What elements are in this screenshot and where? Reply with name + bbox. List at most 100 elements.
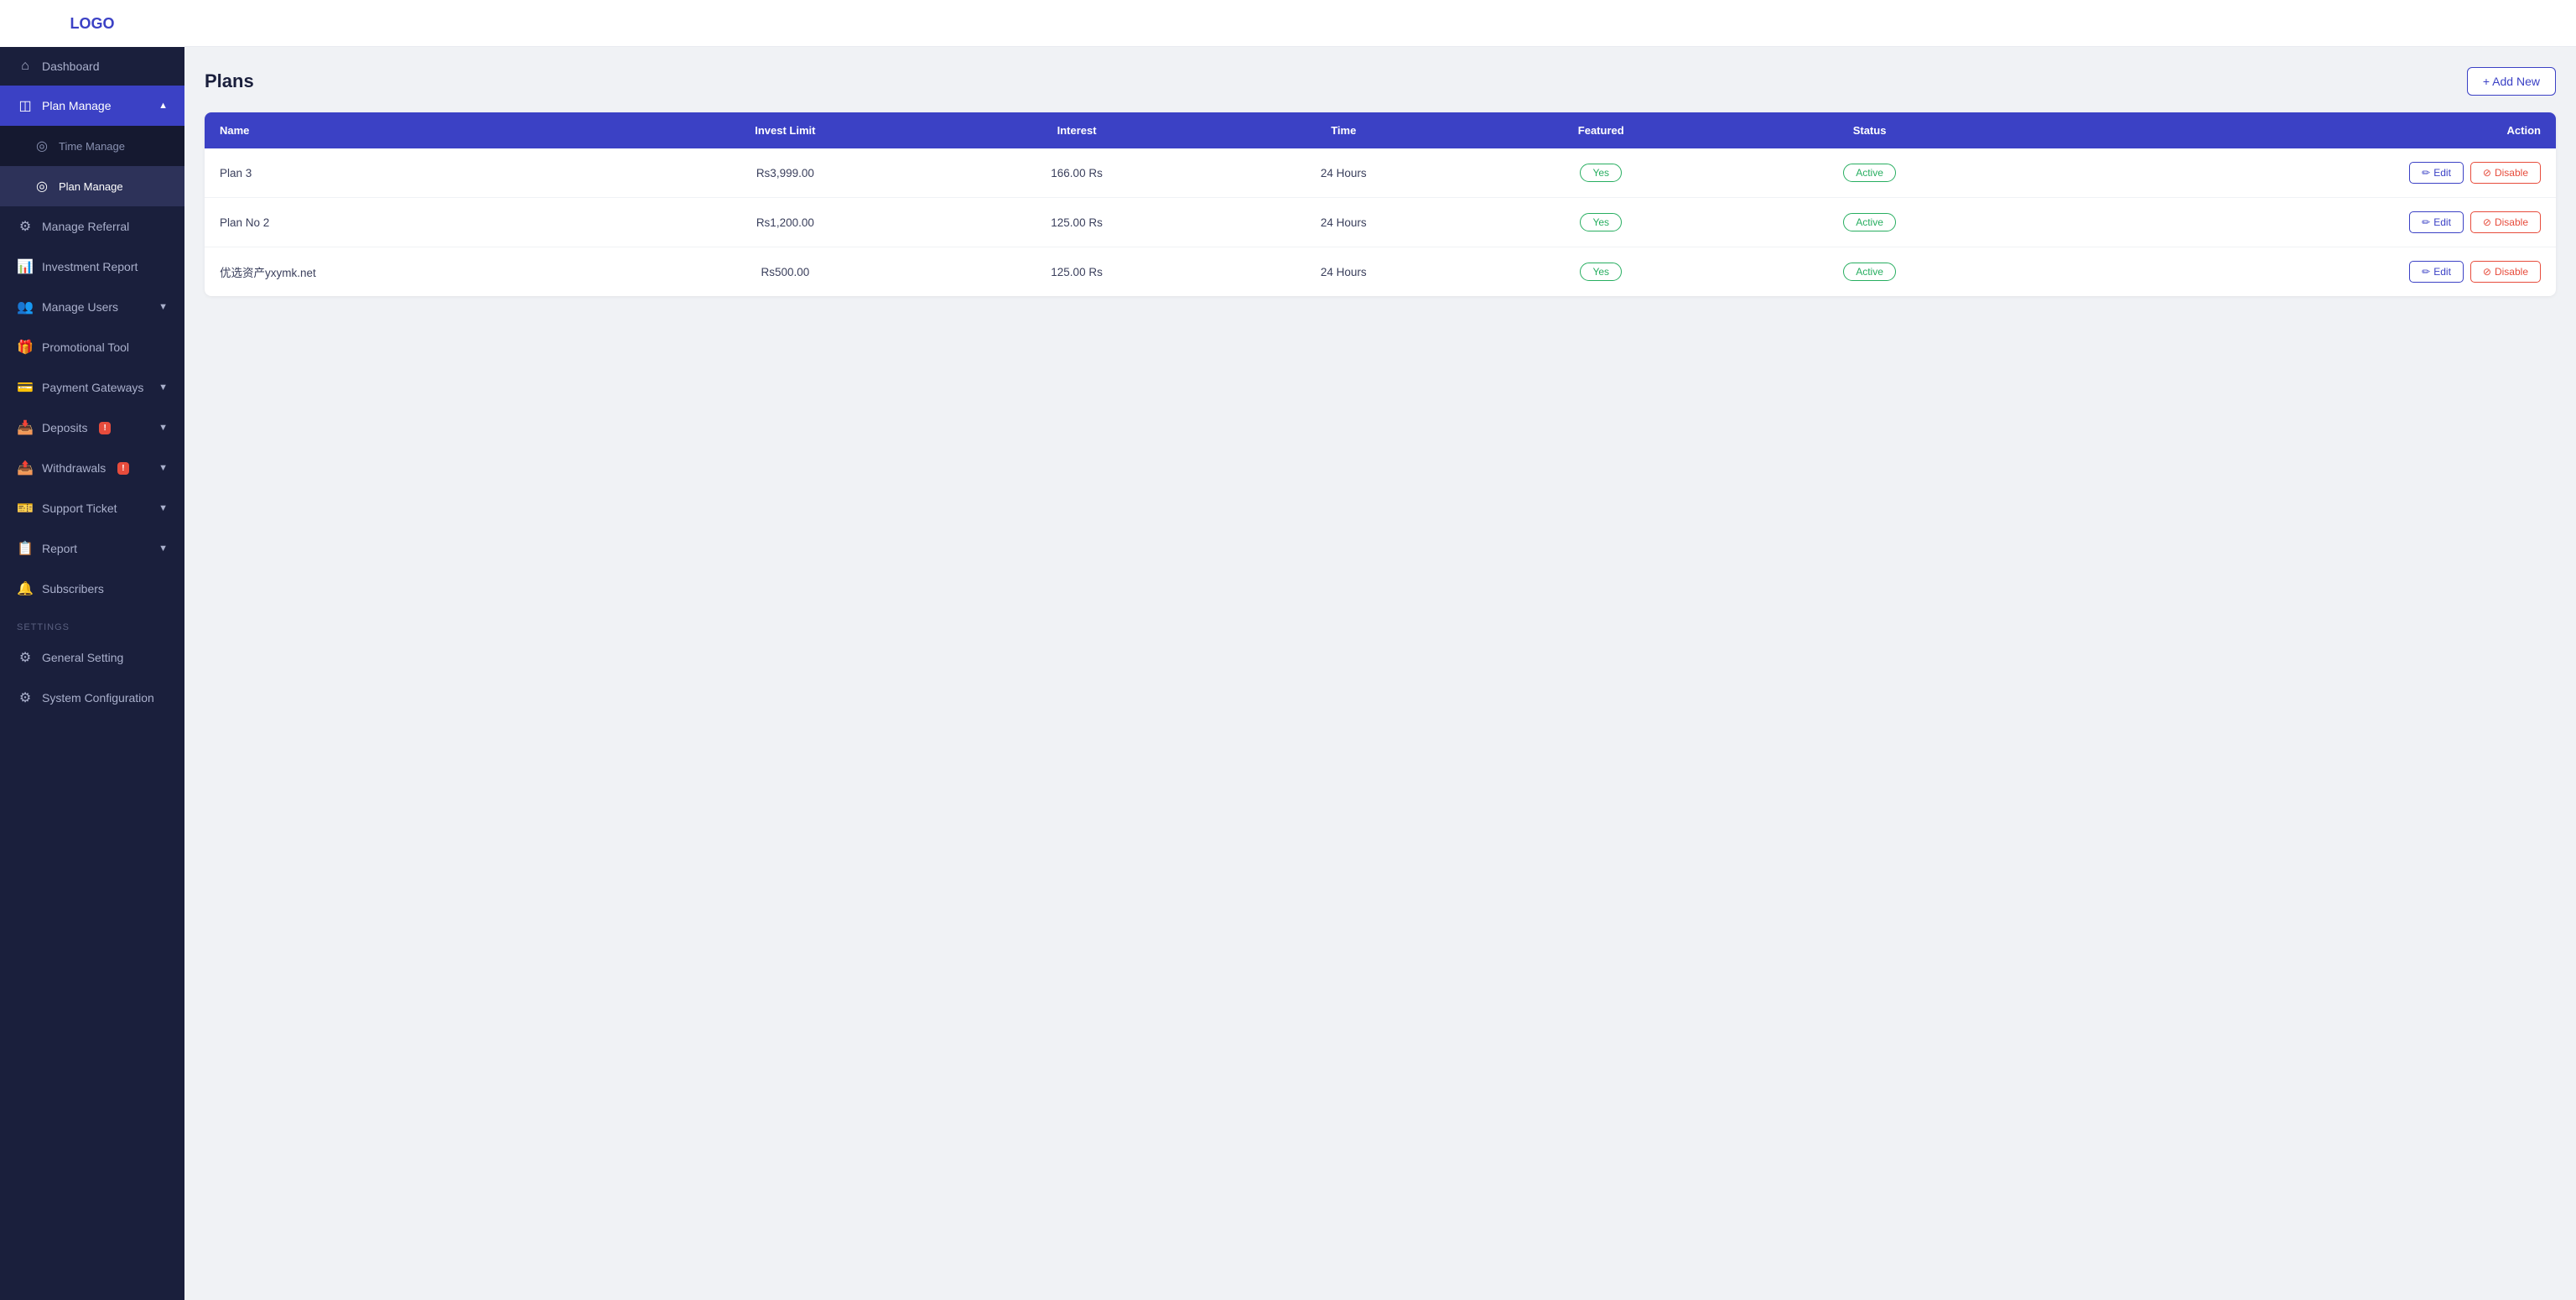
edit-button-0[interactable]: ✏ Edit	[2409, 162, 2464, 184]
top-bar	[184, 0, 2576, 47]
sidebar-item-time-manage[interactable]: ◎ Time Manage	[0, 126, 184, 166]
status-badge-0: Active	[1843, 164, 1896, 182]
sidebar-item-report[interactable]: 📋 Report ▼	[0, 528, 184, 569]
general-setting-icon: ⚙	[17, 649, 34, 666]
sidebar: LOGO ⌂ Dashboard ◫ Plan Manage ▲ ◎ Time …	[0, 0, 184, 1300]
cell-interest-2: 125.00 Rs	[938, 247, 1215, 297]
deposits-icon: 📥	[17, 419, 34, 436]
support-ticket-icon: 🎫	[17, 500, 34, 517]
settings-section-label: SETTINGS	[0, 609, 184, 637]
table-row: Plan 3 Rs3,999.00 166.00 Rs 24 Hours Yes…	[205, 148, 2556, 198]
disable-icon-1: ⊘	[2483, 216, 2491, 228]
sidebar-item-subscribers[interactable]: 🔔 Subscribers	[0, 569, 184, 609]
time-manage-icon: ◎	[34, 138, 50, 154]
sidebar-item-manage-referral[interactable]: ⚙ Manage Referral	[0, 206, 184, 247]
cell-interest-0: 166.00 Rs	[938, 148, 1215, 198]
chevron-down-report: ▼	[158, 543, 168, 554]
plans-table-container: Name Invest Limit Interest Time Featured…	[205, 112, 2556, 296]
cell-invest-limit-0: Rs3,999.00	[631, 148, 938, 198]
sidebar-item-plan-manage[interactable]: ◫ Plan Manage ▲	[0, 86, 184, 126]
logo-text: LOGO	[70, 15, 115, 33]
report-icon: 📋	[17, 540, 34, 557]
cell-time-1: 24 Hours	[1215, 198, 1472, 247]
system-configuration-icon: ⚙	[17, 689, 34, 706]
sidebar-item-general-setting[interactable]: ⚙ General Setting	[0, 637, 184, 678]
col-invest-limit: Invest Limit	[631, 112, 938, 148]
cell-featured-0: Yes	[1472, 148, 1730, 198]
cell-status-2: Active	[1730, 247, 2009, 297]
table-body: Plan 3 Rs3,999.00 166.00 Rs 24 Hours Yes…	[205, 148, 2556, 296]
sidebar-item-plan-manage-sub[interactable]: ◎ Plan Manage	[0, 166, 184, 206]
featured-badge-2: Yes	[1580, 263, 1622, 281]
cell-invest-limit-1: Rs1,200.00	[631, 198, 938, 247]
disable-button-2[interactable]: ⊘ Disable	[2470, 261, 2541, 283]
cell-action-1: ✏ Edit ⊘ Disable	[2009, 198, 2556, 247]
deposits-badge: !	[99, 422, 110, 434]
plan-manage-submenu: ◎ Time Manage ◎ Plan Manage	[0, 126, 184, 206]
disable-button-0[interactable]: ⊘ Disable	[2470, 162, 2541, 184]
cell-invest-limit-2: Rs500.00	[631, 247, 938, 297]
col-interest: Interest	[938, 112, 1215, 148]
chevron-down-support: ▼	[158, 503, 168, 513]
cell-time-0: 24 Hours	[1215, 148, 1472, 198]
sidebar-logo: LOGO	[0, 0, 184, 47]
sidebar-item-support-ticket[interactable]: 🎫 Support Ticket ▼	[0, 488, 184, 528]
withdrawals-icon: 📤	[17, 460, 34, 476]
cell-action-0: ✏ Edit ⊘ Disable	[2009, 148, 2556, 198]
col-status: Status	[1730, 112, 2009, 148]
sidebar-item-investment-report[interactable]: 📊 Investment Report	[0, 247, 184, 287]
col-featured: Featured	[1472, 112, 1730, 148]
cell-interest-1: 125.00 Rs	[938, 198, 1215, 247]
promotional-tool-icon: 🎁	[17, 339, 34, 356]
cell-status-0: Active	[1730, 148, 2009, 198]
header-row: Name Invest Limit Interest Time Featured…	[205, 112, 2556, 148]
chevron-up-icon: ▲	[158, 101, 168, 111]
edit-icon-0: ✏	[2422, 167, 2430, 179]
sidebar-label-time-manage: Time Manage	[59, 140, 125, 153]
plans-table: Name Invest Limit Interest Time Featured…	[205, 112, 2556, 296]
sidebar-label-report: Report	[42, 542, 77, 555]
col-action: Action	[2009, 112, 2556, 148]
active-bar	[0, 86, 3, 126]
status-badge-2: Active	[1843, 263, 1896, 281]
cell-featured-1: Yes	[1472, 198, 1730, 247]
sidebar-item-system-configuration[interactable]: ⚙ System Configuration	[0, 678, 184, 718]
withdrawals-badge: !	[117, 462, 128, 475]
sidebar-item-deposits[interactable]: 📥 Deposits ! ▼	[0, 408, 184, 448]
sidebar-label-deposits: Deposits	[42, 421, 87, 434]
chevron-down-manage-users: ▼	[158, 302, 168, 312]
cell-featured-2: Yes	[1472, 247, 1730, 297]
edit-button-1[interactable]: ✏ Edit	[2409, 211, 2464, 233]
action-buttons-1: ✏ Edit ⊘ Disable	[2024, 211, 2541, 233]
sidebar-item-payment-gateways[interactable]: 💳 Payment Gateways ▼	[0, 367, 184, 408]
sidebar-label-support-ticket: Support Ticket	[42, 502, 117, 515]
table-header: Name Invest Limit Interest Time Featured…	[205, 112, 2556, 148]
status-badge-1: Active	[1843, 213, 1896, 231]
sidebar-item-manage-users[interactable]: 👥 Manage Users ▼	[0, 287, 184, 327]
sidebar-label-plan-manage-sub: Plan Manage	[59, 180, 123, 193]
action-buttons-2: ✏ Edit ⊘ Disable	[2024, 261, 2541, 283]
plan-manage-icon: ◫	[17, 97, 34, 114]
chevron-down-withdrawals: ▼	[158, 463, 168, 473]
edit-button-2[interactable]: ✏ Edit	[2409, 261, 2464, 283]
cell-time-2: 24 Hours	[1215, 247, 1472, 297]
sidebar-item-dashboard[interactable]: ⌂ Dashboard	[0, 47, 184, 86]
featured-badge-0: Yes	[1580, 164, 1622, 182]
cell-action-2: ✏ Edit ⊘ Disable	[2009, 247, 2556, 297]
manage-users-icon: 👥	[17, 299, 34, 315]
cell-status-1: Active	[1730, 198, 2009, 247]
add-new-button[interactable]: + Add New	[2467, 67, 2556, 96]
sidebar-label-withdrawals: Withdrawals	[42, 461, 106, 475]
table-row: Plan No 2 Rs1,200.00 125.00 Rs 24 Hours …	[205, 198, 2556, 247]
sidebar-label-manage-referral: Manage Referral	[42, 220, 129, 233]
disable-button-1[interactable]: ⊘ Disable	[2470, 211, 2541, 233]
sidebar-item-withdrawals[interactable]: 📤 Withdrawals ! ▼	[0, 448, 184, 488]
main-content: Plans + Add New Name Invest Limit Intere…	[184, 0, 2576, 1300]
sidebar-label-system-configuration: System Configuration	[42, 691, 154, 705]
sidebar-item-promotional-tool[interactable]: 🎁 Promotional Tool	[0, 327, 184, 367]
plan-manage-sub-icon: ◎	[34, 178, 50, 195]
edit-icon-2: ✏	[2422, 266, 2430, 278]
sidebar-label-manage-users: Manage Users	[42, 300, 118, 314]
sidebar-label-dashboard: Dashboard	[42, 60, 100, 73]
chevron-down-payment: ▼	[158, 382, 168, 393]
